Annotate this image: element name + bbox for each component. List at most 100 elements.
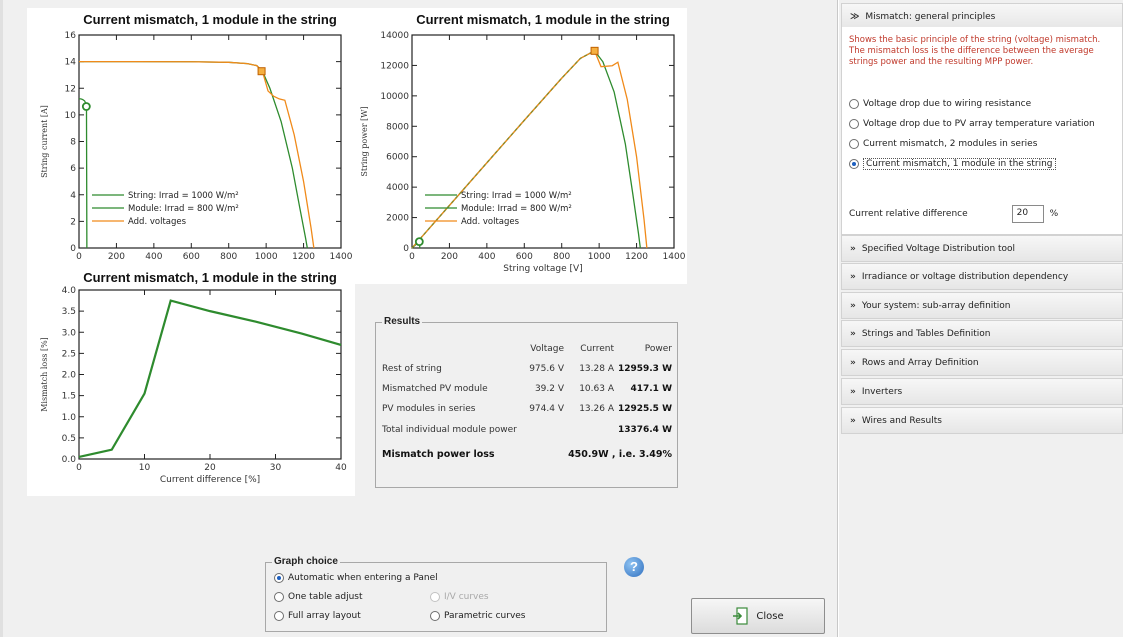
graph-choice-group: Graph choice Automatic when entering a P…: [265, 556, 607, 632]
y-tick-label: 10000: [380, 92, 409, 102]
x-tick-label: 40: [335, 463, 347, 473]
y-tick-label: 6000: [386, 153, 409, 163]
radio-iv-curves: I/V curves: [430, 592, 489, 602]
radio-button[interactable]: [430, 611, 440, 621]
chart-mismatch-loss: Current mismatch, 1 module in the string…: [27, 270, 355, 496]
col-voltage: Voltage: [530, 344, 564, 354]
y-tick-label: 4.0: [62, 286, 77, 296]
total-row: Total individual module power 13376.4 W: [382, 419, 672, 441]
section-label: Wires and Results: [861, 415, 942, 426]
x-axis-label: String voltage [V]: [503, 264, 582, 274]
total-label: Total individual module power: [382, 425, 517, 435]
mpp-marker: [590, 46, 599, 55]
section-voltage-distribution[interactable]: » Specified Voltage Distribution tool: [841, 235, 1123, 262]
x-tick-label: 400: [145, 252, 162, 262]
radio-button[interactable]: [849, 99, 859, 109]
mpp-marker: [257, 67, 266, 76]
relative-difference-unit: %: [1049, 209, 1059, 219]
chart-power-voltage: Current mismatch, 1 module in the string…: [355, 8, 687, 284]
close-button[interactable]: Close: [691, 598, 825, 634]
row-voltage: 975.6 V: [529, 364, 564, 374]
chevron-right-icon: »: [850, 300, 856, 311]
section-sub-array[interactable]: » Your system: sub-array definition: [841, 292, 1123, 319]
section-label: Specified Voltage Distribution tool: [861, 243, 1016, 254]
radio-button[interactable]: [849, 139, 859, 149]
y-tick-label: 14: [65, 58, 77, 68]
exit-door-icon: [732, 607, 748, 625]
x-tick-label: 10: [139, 463, 151, 473]
option-label: Current mismatch, 1 module in the string: [863, 158, 1056, 170]
section-inverters[interactable]: » Inverters: [841, 378, 1123, 405]
radio-button[interactable]: [274, 611, 284, 621]
x-axis-label: Current difference [%]: [160, 475, 260, 485]
option-wiring-resistance[interactable]: Voltage drop due to wiring resistance: [849, 99, 1031, 109]
help-icon[interactable]: ?: [624, 557, 644, 577]
radio-label: Full array layout: [288, 611, 361, 621]
x-tick-label: 20: [204, 463, 216, 473]
radio-button[interactable]: [274, 573, 284, 583]
x-tick-label: 0: [76, 252, 82, 262]
y-tick-label: 2.0: [62, 371, 77, 381]
y-tick-label: 4000: [386, 183, 409, 193]
results-table: Voltage Current Power Rest of string 975…: [382, 339, 672, 467]
relative-difference-label: Current relative difference: [849, 209, 968, 219]
option-temperature-variation[interactable]: Voltage drop due to PV array temperature…: [849, 119, 1095, 129]
section-mismatch-general[interactable]: ≫ Mismatch: general principles: [841, 3, 1123, 30]
row-current: 13.28 A: [579, 364, 614, 374]
relative-difference-input[interactable]: 20: [1011, 205, 1044, 223]
option-2-modules[interactable]: Current mismatch, 2 modules in series: [849, 139, 1037, 149]
y-tick-label: 10: [65, 111, 77, 121]
right-panel: ≫ Mismatch: general principles Shows the…: [840, 0, 1123, 637]
section-label: Your system: sub-array definition: [861, 300, 1011, 311]
y-axis-label: String power [W]: [360, 106, 369, 176]
graph-choice-title: Graph choice: [272, 556, 340, 567]
radio-label: Parametric curves: [444, 611, 526, 621]
chevron-right-icon: »: [850, 328, 856, 339]
x-tick-label: 600: [516, 252, 533, 262]
section-rows-array[interactable]: » Rows and Array Definition: [841, 349, 1123, 376]
y-tick-label: 3.0: [62, 328, 77, 338]
y-axis-label: Mismatch loss [%]: [40, 337, 49, 412]
row-power: 12925.5 W: [617, 404, 672, 414]
window-edge: [0, 0, 3, 637]
legend-label: Add. voltages: [128, 217, 187, 227]
chart-pv-svg: Current mismatch, 1 module in the string…: [360, 12, 686, 274]
section-wires-results[interactable]: » Wires and Results: [841, 407, 1123, 434]
chart-title: Current mismatch, 1 module in the string: [83, 12, 337, 27]
radio-button[interactable]: [849, 159, 859, 169]
y-tick-label: 16: [65, 31, 77, 41]
radio-button[interactable]: [849, 119, 859, 129]
loss-value: 450.9W , i.e. 3.49%: [568, 448, 672, 460]
radio-parametric[interactable]: Parametric curves: [430, 611, 526, 621]
radio-full-array[interactable]: Full array layout: [274, 611, 361, 621]
y-tick-label: 0.5: [62, 434, 76, 444]
option-1-module[interactable]: Current mismatch, 1 module in the string: [849, 158, 1056, 170]
radio-automatic[interactable]: Automatic when entering a Panel: [274, 573, 438, 583]
radio-button: [430, 592, 440, 602]
table-row: Mismatched PV module 39.2 V 10.63 A 417.…: [382, 379, 672, 399]
y-tick-label: 12000: [380, 61, 409, 71]
y-tick-label: 8000: [386, 122, 409, 132]
radio-button[interactable]: [274, 592, 284, 602]
module-marker: [81, 102, 91, 111]
y-tick-label: 8: [70, 138, 76, 148]
total-value: 13376.4 W: [617, 425, 672, 435]
results-panel: Results Voltage Current Power Rest of st…: [375, 316, 678, 488]
x-tick-label: 30: [270, 463, 282, 473]
section-label: Rows and Array Definition: [861, 357, 979, 368]
chart-title: Current mismatch, 1 module in the string: [83, 270, 337, 285]
y-tick-label: 12: [65, 84, 76, 94]
y-tick-label: 2.5: [62, 349, 76, 359]
section-label: Strings and Tables Definition: [861, 328, 991, 339]
radio-label: One table adjust: [288, 592, 363, 602]
x-tick-label: 200: [108, 252, 125, 262]
panel-divider[interactable]: [837, 0, 839, 637]
section-irradiance-dependency[interactable]: » Irradiance or voltage distribution dep…: [841, 263, 1123, 290]
section-strings-tables[interactable]: » Strings and Tables Definition: [841, 320, 1123, 347]
x-tick-label: 400: [478, 252, 495, 262]
relative-difference-row: Current relative difference 20 %: [849, 205, 1058, 223]
y-tick-label: 2: [70, 217, 76, 227]
y-tick-label: 2000: [386, 214, 409, 224]
row-label: Rest of string: [382, 364, 442, 374]
radio-one-table[interactable]: One table adjust: [274, 592, 363, 602]
